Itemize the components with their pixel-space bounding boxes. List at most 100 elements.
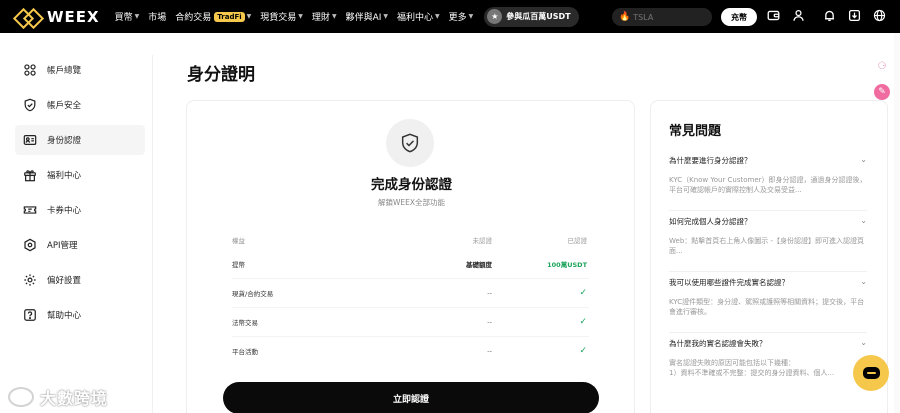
nav-item-5[interactable]: 夥伴與AI ▼ (346, 10, 388, 23)
promo-avatar-icon: ★ (487, 9, 503, 24)
check-icon: ✓ (519, 317, 589, 327)
table-header: 權益 未認證 已認證 (232, 231, 589, 249)
unverified-value: 基礎額度 (466, 260, 492, 269)
nav-item-2[interactable]: 合約交易 TradFi ▼ (175, 10, 251, 23)
chevron-down-icon: ▼ (468, 13, 474, 20)
nav-item-3[interactable]: 現貨交易 ▼ (260, 10, 303, 23)
faq-question[interactable]: 為什麼我的實名認證會失敗？ ⌄ (669, 338, 867, 349)
chat-icon (862, 367, 880, 379)
faq-question-text: 為什麼要進行身分認證？ (669, 156, 752, 165)
nav-item-4[interactable]: 理財 ▼ (312, 10, 337, 23)
nav-item-label: 夥伴與AI (345, 13, 382, 23)
benefit-name: 提幣 (232, 260, 245, 269)
chevron-down-icon: ▼ (134, 13, 140, 20)
faq-item-2[interactable]: 我可以使用哪些證件完成實名認證？ ⌄ KYC證件類型：身分證、駕照或護照等相關資料；… (669, 277, 867, 317)
kyc-title: 完成身份認證 (371, 177, 452, 193)
check-mark: ✓ (579, 317, 587, 327)
watermark-logo-icon (8, 387, 34, 407)
right-tools: ⚆ ✎ (874, 58, 890, 110)
faq-item-0[interactable]: 為什麼要進行身分認證？ ⌄ KYC（Know Your Customer）即身分認證… (669, 155, 867, 195)
table-row: 提幣 基礎額度 100萬USDT (232, 249, 589, 278)
sidebar-item-label: API管理 (47, 241, 78, 251)
chevron-down-icon[interactable]: ⌄ (860, 338, 867, 349)
sidebar-item-label: 身份認證 (47, 136, 82, 146)
sidebar-item-1[interactable]: 帳戶安全 (15, 90, 145, 120)
top-navbar: WEEX 買幣 ▼ 市場 合約交易 TradFi ▼ 現貨交易 ▼ 理財 ▼ 夥伴與AI ▼ 福利中心 ▼… (0, 0, 900, 33)
main-nav: 買幣 ▼ 市場 合約交易 TradFi ▼ 現貨交易 ▼ 理財 ▼ 夥伴與AI ▼ 福利中心 ▼ 更多 ▼ (115, 10, 483, 23)
sidebar-item-4[interactable]: 卡券中心 (15, 195, 145, 225)
watermark-text: 大數跨境 (40, 389, 109, 408)
nav-item-7[interactable]: 更多 ▼ (449, 10, 474, 23)
faq-divider (669, 210, 867, 211)
header-benefit: 權益 (232, 237, 245, 245)
page-scrollbar[interactable] (894, 33, 900, 413)
gift-icon (23, 168, 37, 182)
account-sidebar: 帳戶總覽帳戶安全身份認證福利中心卡券中心 API管理偏好設置幫助中心 (15, 55, 145, 335)
check-mark: ✓ (579, 288, 587, 298)
nav-item-label: 合約交易 (175, 13, 212, 23)
sidebar-item-7[interactable]: 幫助中心 (15, 300, 145, 330)
faq-question[interactable]: 為什麼要進行身分認證？ ⌄ (669, 155, 867, 166)
api-icon (23, 238, 37, 252)
nav-item-label: 更多 (448, 13, 467, 23)
globe-icon[interactable] (872, 8, 886, 22)
sidebar-item-6[interactable]: 偏好設置 (15, 265, 145, 295)
user-icon[interactable] (791, 8, 805, 22)
wallet-icon[interactable] (766, 8, 780, 22)
unverified-value: -- (487, 347, 492, 355)
verify-now-button[interactable]: 立即認證 (223, 382, 599, 413)
table-row: 平台活動 -- ✓ (232, 336, 589, 365)
sidebar-divider (152, 55, 153, 413)
faq-item-1[interactable]: 如何完成個人身分認證？ ⌄ Web：點擊首頁右上角人像圖示 -【身份認證】即可進入認… (669, 216, 867, 256)
assistant-icon[interactable]: ✎ (874, 84, 890, 100)
promo-label: 參與瓜百萬USDT (506, 12, 571, 21)
unverified-value: -- (487, 289, 492, 297)
sidebar-item-5[interactable]: API管理 (15, 230, 145, 260)
check-icon: ✓ (519, 288, 589, 298)
faq-answer: KYC證件類型：身分證、駕照或護照等相關資料；提交後，平台會進行審核。 (669, 298, 865, 317)
faq-divider (669, 332, 867, 333)
sidebar-item-3[interactable]: 福利中心 (15, 160, 145, 190)
sidebar-item-label: 福利中心 (47, 171, 82, 181)
flame-icon: 🔥 (619, 12, 631, 22)
download-icon[interactable] (847, 8, 861, 22)
support-chat-button[interactable] (853, 355, 889, 391)
search-box[interactable]: 🔥 (612, 8, 712, 26)
faq-answer: Web：點擊首頁右上角人像圖示 -【身份認證】即可進入認證頁面... (669, 237, 865, 256)
nav-item-1[interactable]: 市場 (148, 10, 166, 23)
brand-logo[interactable]: WEEX (14, 8, 100, 26)
sidebar-item-label: 偏好設置 (47, 276, 82, 286)
grid-icon (23, 63, 37, 77)
deposit-button[interactable]: 充幣 (721, 8, 757, 26)
help-icon (23, 308, 37, 322)
nav-item-0[interactable]: 買幣 ▼ (115, 10, 140, 23)
faq-question-text: 如何完成個人身分認證？ (669, 217, 752, 226)
faq-answer: KYC（Know Your Customer）即身分認證，通過身分認證後，平台可… (669, 176, 867, 195)
brand-name: WEEX (47, 7, 100, 26)
bell-icon[interactable] (822, 8, 836, 22)
nav-item-label: 市場 (148, 13, 167, 23)
top-right-icons (766, 8, 897, 22)
chevron-down-icon: ▼ (435, 13, 440, 20)
benefit-name: 法幣交易 (232, 319, 258, 327)
watermark: 大數跨境 (8, 385, 108, 409)
translate-icon[interactable]: ⚆ (874, 58, 890, 74)
header-unverified: 未認證 (472, 237, 493, 245)
sidebar-item-label: 卡券中心 (47, 206, 82, 216)
page-title: 身分證明 (187, 65, 255, 85)
faq-divider (669, 271, 867, 272)
chevron-down-icon[interactable]: ⌄ (860, 216, 867, 227)
sidebar-item-0[interactable]: 帳戶總覽 (15, 55, 145, 85)
promo-campaign[interactable]: ★ 參與瓜百萬USDT (484, 6, 579, 27)
faq-question[interactable]: 如何完成個人身分認證？ ⌄ (669, 216, 867, 227)
faq-question-text: 為什麼我的實名認證會失敗？ (669, 339, 767, 348)
chevron-down-icon[interactable]: ⌄ (860, 277, 867, 288)
chevron-down-icon[interactable]: ⌄ (860, 155, 867, 166)
faq-question[interactable]: 我可以使用哪些證件完成實名認證？ ⌄ (669, 277, 867, 288)
search-input[interactable] (633, 12, 704, 22)
nav-item-6[interactable]: 福利中心 ▼ (397, 10, 440, 23)
sidebar-item-2[interactable]: 身份認證 (15, 125, 145, 155)
kyc-subtitle: 解鎖WEEX全部功能 (377, 198, 446, 207)
faq-item-3[interactable]: 為什麼我的實名認證會失敗？ ⌄ 實名認證失敗的原因可能包括以下幾種： 1）資料不準確… (669, 338, 867, 378)
sidebar-item-label: 帳戶總覽 (47, 66, 82, 76)
